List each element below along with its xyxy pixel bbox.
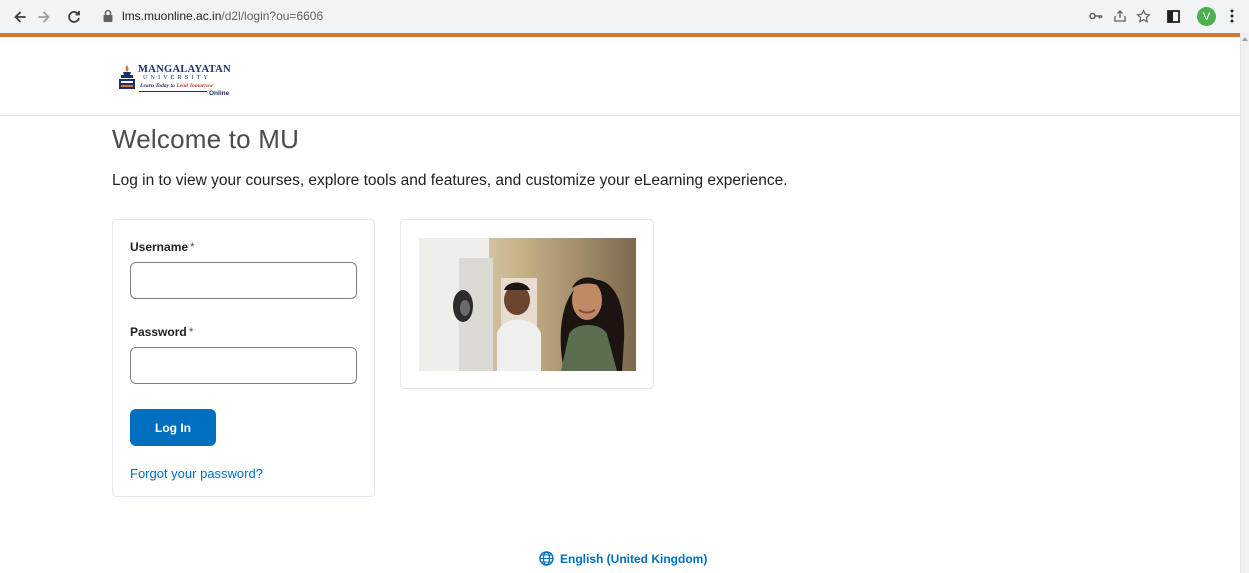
logo-name: MANGALAYATAN (138, 64, 231, 75)
log-in-button[interactable]: Log In (130, 409, 216, 446)
key-icon[interactable] (1086, 6, 1106, 26)
username-input[interactable] (130, 262, 357, 299)
profile-avatar[interactable]: V (1197, 7, 1216, 26)
logo-university: UNIVERSITY (143, 75, 211, 81)
address-bar[interactable]: lms.muonline.ac.in/d2l/login?ou=6606 (96, 4, 1070, 29)
more-options-icon[interactable] (1222, 6, 1242, 26)
page-scrollbar[interactable] (1240, 33, 1249, 573)
reload-icon[interactable] (63, 6, 85, 28)
lock-icon (102, 9, 114, 23)
language-label: English (United Kingdom) (560, 551, 708, 566)
password-label-text: Password (130, 325, 187, 339)
browser-toolbar: lms.muonline.ac.in/d2l/login?ou=6606 V (0, 0, 1249, 33)
students-photo (419, 238, 636, 371)
logo-tagline: Learn Today to Lead Tomorrow (140, 83, 213, 89)
logo-tagline-part-2: Lead Tomorrow (176, 83, 213, 89)
share-icon[interactable] (1110, 6, 1130, 26)
globe-icon (539, 551, 554, 566)
profile-initial: V (1202, 10, 1211, 23)
university-logo[interactable]: MANGALAYATAN UNIVERSITY Learn Today to L… (117, 63, 232, 101)
password-label: Password * (130, 325, 193, 339)
login-image-card (400, 219, 654, 389)
required-marker: * (190, 240, 195, 254)
url-text: lms.muonline.ac.in/d2l/login?ou=6606 (122, 9, 324, 23)
required-marker: * (188, 325, 194, 339)
forgot-password-link[interactable]: Forgot your password? (130, 466, 263, 481)
password-input[interactable] (130, 347, 357, 384)
scroll-up-arrow-icon[interactable] (1242, 37, 1248, 41)
page-intro: Log in to view your courses, explore too… (112, 172, 788, 189)
page-title: Welcome to MU (112, 124, 300, 154)
side-panel-icon[interactable] (1163, 6, 1183, 26)
logo-underline (139, 91, 207, 92)
bookmark-star-icon[interactable] (1133, 6, 1153, 26)
language-selector[interactable]: English (United Kingdom) (539, 551, 707, 566)
logo-tagline-part-1: Learn Today to (140, 83, 177, 89)
logo-online: Online (209, 90, 230, 97)
forward-arrow-icon[interactable] (33, 6, 55, 28)
username-label: Username * (130, 240, 195, 254)
university-emblem-icon (119, 65, 135, 89)
login-card: Username * Password * Log In Forgot your p… (112, 219, 375, 497)
username-label-text: Username (130, 240, 189, 254)
site-header: MANGALAYATAN UNIVERSITY Learn Today to L… (0, 37, 1240, 116)
back-arrow-icon[interactable] (9, 6, 31, 28)
